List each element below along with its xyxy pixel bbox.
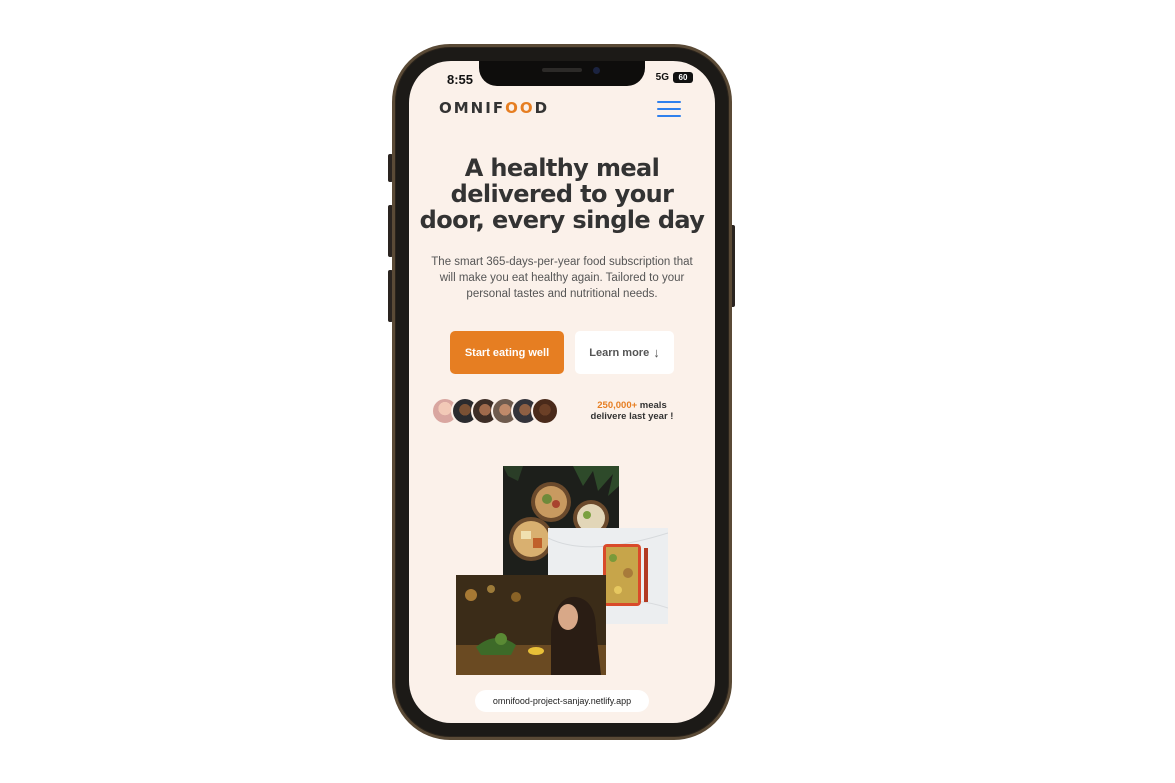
browser-url-bar[interactable]: omnifood-project-sanjay.netlify.app bbox=[475, 690, 649, 712]
start-eating-button[interactable]: Start eating well bbox=[450, 331, 564, 374]
logo-text-start: OMNIF bbox=[439, 99, 506, 117]
meals-delivered-text: 250,000+ meals delivere last year ! bbox=[577, 400, 687, 422]
customer-avatar bbox=[531, 397, 559, 425]
learn-more-label: Learn more bbox=[589, 346, 650, 359]
phone-screen: 8:55 5G 60 OMNIFOOD A healthy meal deliv… bbox=[409, 61, 715, 723]
mockup-stage: 8:55 5G 60 OMNIFOOD A healthy meal deliv… bbox=[0, 0, 1175, 783]
battery-icon: 60 bbox=[673, 72, 693, 83]
notch bbox=[479, 61, 645, 86]
hero-description: The smart 365-days-per-year food subscri… bbox=[431, 256, 693, 300]
learn-more-button[interactable]: Learn more ↓ bbox=[575, 331, 674, 374]
customer-avatars bbox=[431, 397, 559, 425]
status-time: 8:55 bbox=[447, 72, 474, 87]
meals-suffix: meals bbox=[639, 400, 667, 411]
hamburger-menu-icon[interactable] bbox=[657, 101, 681, 117]
logo-text-end: D bbox=[534, 99, 550, 117]
logo-oo: OO bbox=[505, 99, 535, 117]
hero-image-woman-eating bbox=[456, 575, 606, 675]
network-label: 5G bbox=[655, 72, 669, 83]
hero-headline: A healthy meal delivered to your door, e… bbox=[419, 154, 705, 234]
speaker bbox=[542, 68, 582, 72]
omnifood-logo[interactable]: OMNIFOOD bbox=[439, 99, 549, 117]
arrow-down-icon: ↓ bbox=[653, 345, 660, 360]
meals-line2: delivere last year ! bbox=[590, 411, 674, 422]
status-indicators: 5G 60 bbox=[656, 72, 693, 83]
meals-count: 250,000+ bbox=[597, 400, 638, 411]
camera-icon bbox=[593, 67, 600, 74]
